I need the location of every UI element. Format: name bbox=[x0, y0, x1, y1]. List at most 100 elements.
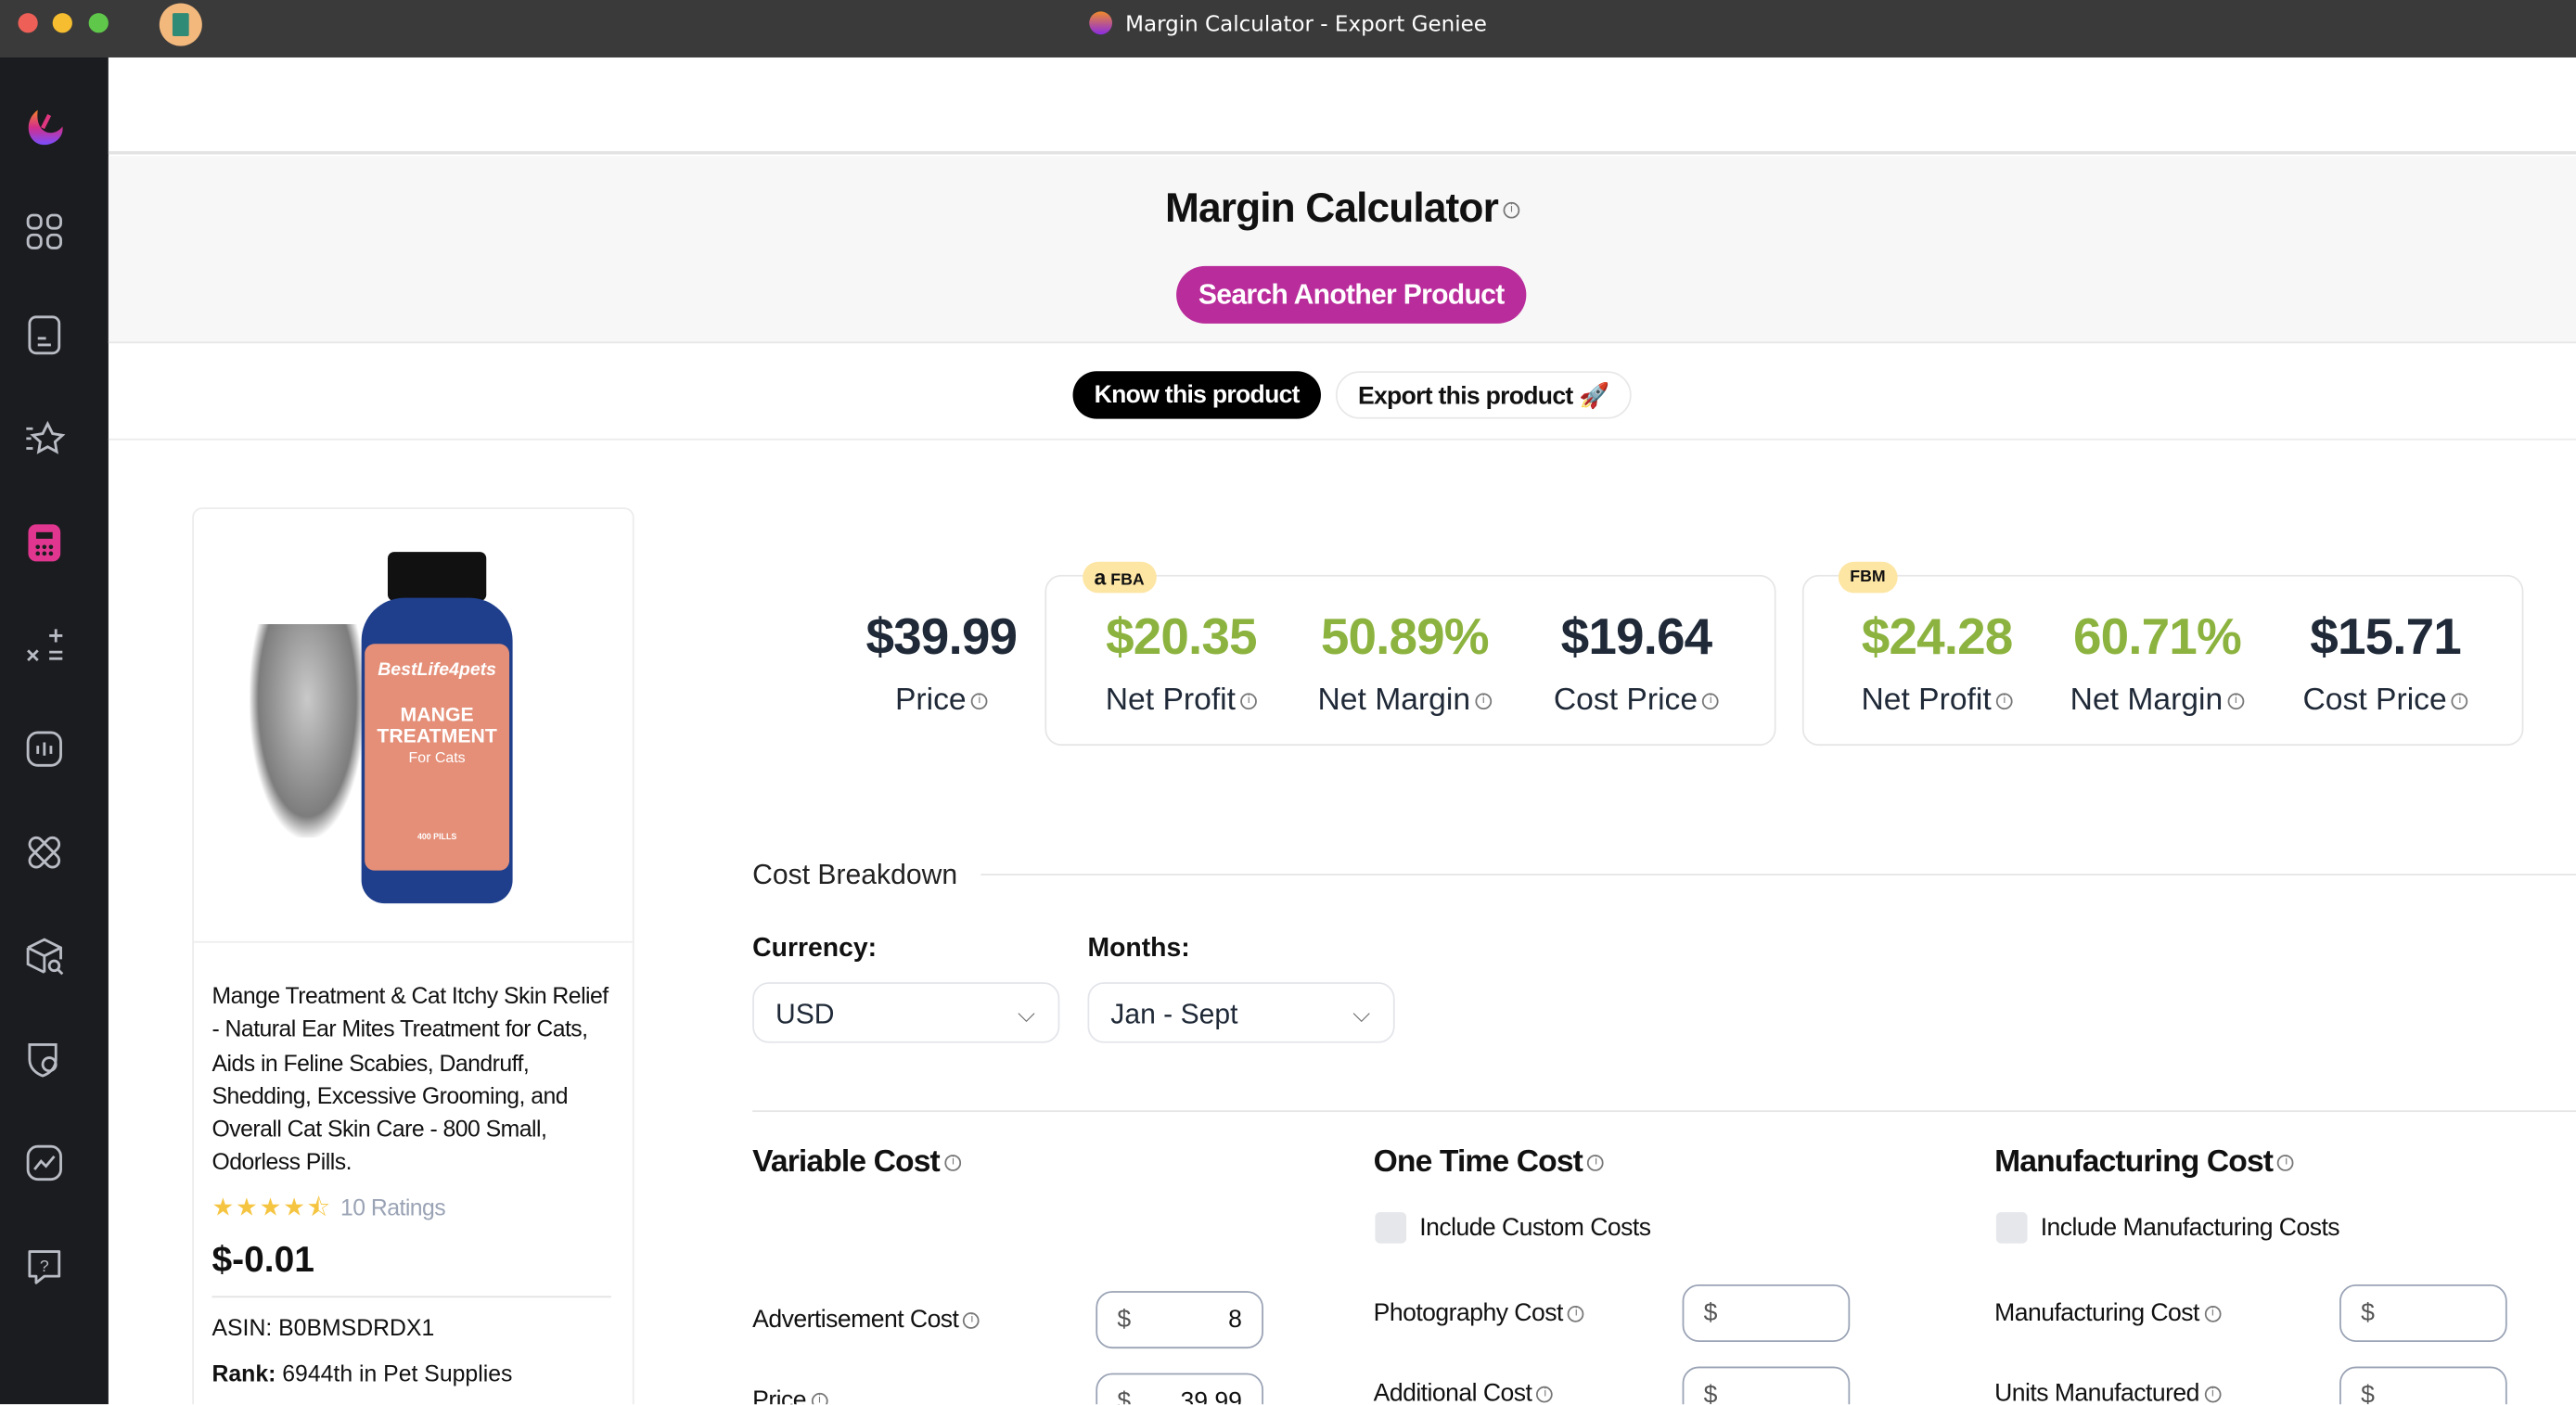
shield-check-icon[interactable] bbox=[21, 1037, 68, 1083]
svg-text:?: ? bbox=[40, 1257, 49, 1275]
rank-label: Rank: bbox=[211, 1360, 276, 1386]
divider bbox=[193, 940, 633, 943]
label-line: TREATMENT bbox=[377, 724, 497, 747]
months-select[interactable]: Jan - Sept ⌵ bbox=[1087, 982, 1395, 1043]
additional-cost-input[interactable]: $ bbox=[1682, 1366, 1851, 1405]
search-another-product-button[interactable]: Search Another Product bbox=[1176, 265, 1527, 324]
info-icon[interactable]: i bbox=[963, 1312, 980, 1329]
units-manufactured-input[interactable]: $ bbox=[2339, 1366, 2507, 1405]
app-logo-icon[interactable] bbox=[21, 105, 68, 151]
bottle-cap bbox=[387, 552, 487, 602]
info-icon[interactable]: i bbox=[970, 693, 988, 710]
bottle-label: BestLife4pets MANGE TREATMENT For Cats 400 P… bbox=[365, 644, 510, 871]
tab-know-this-product[interactable]: Know this product bbox=[1072, 371, 1321, 419]
photography-cost-input[interactable]: $ bbox=[1682, 1284, 1851, 1342]
star-rating: ★★★★⯪ 10 Ratings bbox=[211, 1194, 446, 1222]
calculator-icon[interactable] bbox=[21, 519, 68, 566]
rank-value: 6944th in Pet Supplies bbox=[282, 1360, 513, 1386]
include-manufacturing-costs-checkbox[interactable] bbox=[1995, 1212, 2028, 1244]
fbm-net-profit-value: $24.28 bbox=[1861, 607, 2014, 666]
net-profit-label: Net Profit bbox=[1861, 683, 1992, 718]
price-input[interactable]: $39.99 bbox=[1096, 1373, 1263, 1405]
star-list-icon[interactable] bbox=[21, 415, 68, 462]
label-pills: 400 PILLS bbox=[417, 832, 457, 843]
fba-net-margin: 50.89% Net Margin i bbox=[1298, 607, 1511, 719]
info-icon[interactable]: i bbox=[944, 1155, 961, 1171]
net-margin-label: Net Margin bbox=[1317, 683, 1471, 718]
info-icon[interactable]: i bbox=[1475, 693, 1493, 710]
field-label: Advertisement Cost bbox=[752, 1306, 959, 1335]
document-icon[interactable] bbox=[21, 313, 68, 359]
section-title: Manufacturing Cost bbox=[1994, 1144, 2274, 1180]
math-operations-icon[interactable] bbox=[21, 622, 68, 669]
tab-export-this-product[interactable]: Export this product 🚀 bbox=[1335, 371, 1632, 419]
help-chat-icon[interactable]: ? bbox=[21, 1244, 68, 1290]
info-icon[interactable]: i bbox=[2452, 693, 2468, 710]
currency-value: USD bbox=[775, 998, 835, 1030]
fba-cost-price-value: $19.64 bbox=[1560, 607, 1713, 666]
label-line: MANGE bbox=[400, 703, 474, 726]
divider bbox=[752, 1110, 2576, 1113]
field-label: Photography Cost bbox=[1373, 1298, 1564, 1328]
info-icon[interactable]: i bbox=[2227, 693, 2245, 710]
manufacturing-cost-label: Manufacturing Cost i bbox=[1994, 1299, 2221, 1327]
bandage-icon[interactable] bbox=[21, 829, 68, 875]
info-icon[interactable]: i bbox=[2277, 1155, 2295, 1171]
info-icon[interactable]: i bbox=[1568, 1306, 1584, 1322]
window-title: Margin Calculator - Export Geniee bbox=[0, 11, 2576, 38]
fbm-cost-price: $15.71 Cost Price i bbox=[2282, 607, 2489, 719]
field-label: Units Manufactured bbox=[1994, 1379, 2199, 1405]
dollar-icon: $ bbox=[2361, 1381, 2375, 1405]
info-icon[interactable]: i bbox=[2204, 1386, 2221, 1403]
product-title[interactable]: Mange Treatment & Cat Itchy Skin Relief … bbox=[211, 979, 614, 1180]
info-icon[interactable]: i bbox=[1240, 693, 1258, 710]
info-icon[interactable]: i bbox=[2204, 1306, 2221, 1322]
net-margin-label: Net Margin bbox=[2070, 683, 2224, 718]
fba-cost-price: $19.64 Cost Price i bbox=[1532, 607, 1739, 719]
price-value: $39.99 bbox=[865, 607, 1019, 666]
fba-badge: a FBA bbox=[1083, 561, 1157, 594]
box-search-icon[interactable] bbox=[21, 933, 68, 979]
rank: Rank: 6944th in Pet Supplies bbox=[211, 1360, 512, 1386]
dollar-icon: $ bbox=[1703, 1381, 1718, 1405]
info-icon[interactable]: i bbox=[1996, 693, 2013, 710]
months-value: Jan - Sept bbox=[1110, 998, 1238, 1030]
info-icon[interactable]: i bbox=[1503, 202, 1519, 220]
info-icon[interactable]: i bbox=[811, 1392, 828, 1405]
info-icon[interactable]: i bbox=[1587, 1155, 1605, 1171]
currency-select[interactable]: USD ⌵ bbox=[752, 982, 1060, 1043]
include-manufacturing-costs-label: Include Manufacturing Costs bbox=[2040, 1213, 2340, 1242]
include-custom-costs-checkbox[interactable] bbox=[1375, 1212, 1407, 1244]
advertisement-cost-label: Advertisement Cost i bbox=[752, 1306, 980, 1334]
dollar-icon: $ bbox=[1117, 1387, 1132, 1405]
manufacturing-cost-input[interactable]: $ bbox=[2339, 1284, 2507, 1342]
cost-breakdown-title: Cost Breakdown bbox=[752, 859, 958, 890]
page-title-text: Margin Calculator bbox=[1165, 185, 1499, 232]
fba-badge-text: FBA bbox=[1110, 571, 1145, 590]
page-title: Margin Calculator i bbox=[109, 185, 2576, 233]
chart-box-icon[interactable] bbox=[21, 726, 68, 773]
fbm-cost-price-value: $15.71 bbox=[2310, 607, 2462, 666]
grid-icon[interactable] bbox=[21, 209, 68, 255]
label-brand: BestLife4pets bbox=[378, 659, 496, 681]
chevron-down-icon: ⌵ bbox=[1017, 1000, 1035, 1027]
trend-icon[interactable] bbox=[21, 1140, 68, 1186]
one-time-cost-title: One Time Cost i bbox=[1374, 1144, 1605, 1181]
ratings-count[interactable]: 10 Ratings bbox=[340, 1194, 446, 1220]
info-icon[interactable]: i bbox=[1536, 1386, 1554, 1403]
manufacturing-cost-title: Manufacturing Cost i bbox=[1994, 1144, 2295, 1181]
fbm-net-margin-value: 60.71% bbox=[2072, 607, 2242, 666]
info-icon[interactable]: i bbox=[1702, 693, 1720, 710]
advertisement-cost-input[interactable]: $8 bbox=[1096, 1291, 1263, 1349]
price-label: Price bbox=[894, 683, 967, 718]
field-label: Additional Cost bbox=[1373, 1379, 1532, 1405]
dollar-icon: $ bbox=[1703, 1298, 1718, 1328]
top-bar bbox=[108, 57, 2576, 155]
section-title: Variable Cost bbox=[752, 1144, 941, 1180]
asin: ASIN: B0BMSDRDX1 bbox=[211, 1314, 434, 1340]
asin-value: B0BMSDRDX1 bbox=[278, 1313, 435, 1341]
fba-net-profit: $20.35 Net Profit i bbox=[1081, 607, 1281, 719]
product-image[interactable]: BestLife4pets MANGE TREATMENT For Cats 400 P… bbox=[230, 542, 592, 911]
currency-label: Currency: bbox=[752, 934, 878, 963]
additional-cost-label: Additional Cost i bbox=[1373, 1379, 1554, 1405]
